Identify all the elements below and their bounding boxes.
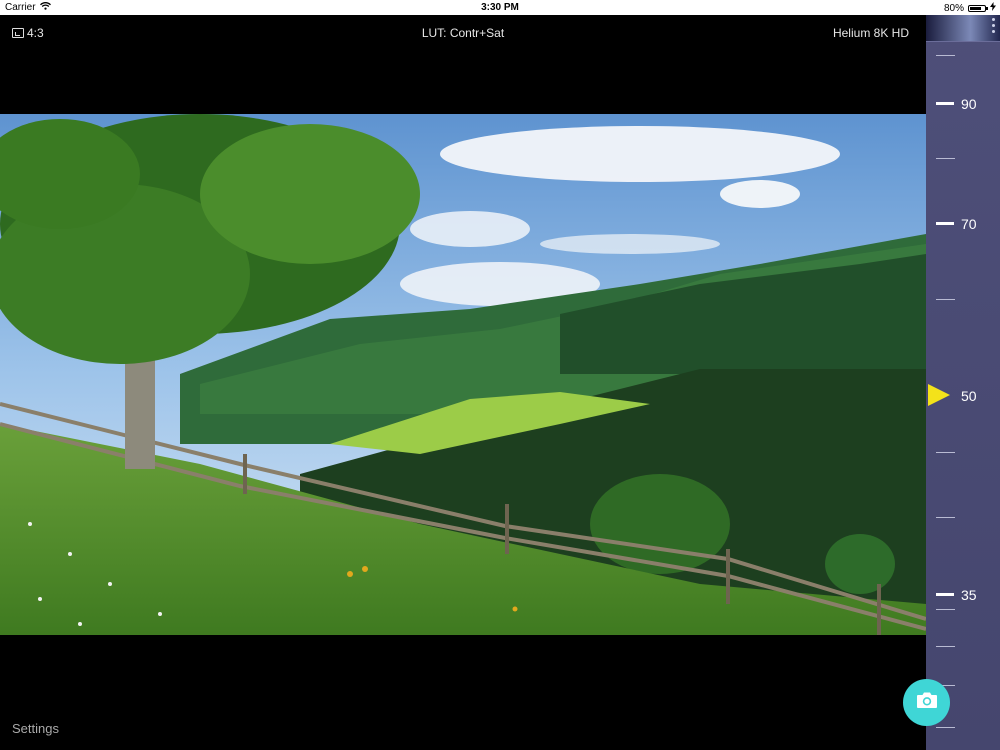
- zoom-ruler[interactable]: 90 70 50 35: [926, 15, 1000, 750]
- ruler-tick: [936, 452, 955, 453]
- settings-button[interactable]: Settings: [12, 721, 59, 736]
- camera-viewfinder[interactable]: [0, 114, 926, 635]
- ruler-tick: [936, 158, 955, 159]
- zoom-label-90: 90: [961, 96, 977, 112]
- status-time: 3:30 PM: [481, 2, 519, 13]
- camera-top-bar: 4:3 LUT: Contr+Sat Helium 8K HD: [0, 15, 926, 51]
- ruler-tick: [936, 517, 955, 518]
- landscape-preview-image: [0, 114, 926, 635]
- ruler-tick: [936, 646, 955, 647]
- battery-percent: 80%: [943, 2, 964, 14]
- battery-icon: [968, 4, 988, 12]
- ruler-tick: [936, 609, 955, 610]
- ruler-tick: [936, 299, 955, 300]
- zoom-label-70: 70: [961, 216, 977, 232]
- zoom-label-50: 50: [961, 388, 977, 404]
- charging-bolt-icon: [990, 2, 996, 14]
- lens-selector[interactable]: Helium 8K HD: [833, 26, 909, 40]
- zoom-pointer-icon[interactable]: [928, 384, 950, 406]
- lut-selector[interactable]: LUT: Contr+Sat: [0, 26, 926, 40]
- zoom-label-35: 35: [961, 587, 977, 603]
- ruler-tick: [936, 727, 955, 728]
- ruler-tick-major: [936, 102, 954, 105]
- camera-icon: [916, 691, 938, 714]
- lens-thumbnail[interactable]: [926, 15, 1000, 42]
- more-options-icon[interactable]: [992, 18, 995, 33]
- status-bar: Carrier 3:30 PM 80%: [0, 0, 1000, 15]
- ruler-tick: [936, 55, 955, 56]
- ruler-tick-major: [936, 222, 954, 225]
- ruler-tick-major: [936, 593, 954, 596]
- shutter-button[interactable]: [903, 679, 950, 726]
